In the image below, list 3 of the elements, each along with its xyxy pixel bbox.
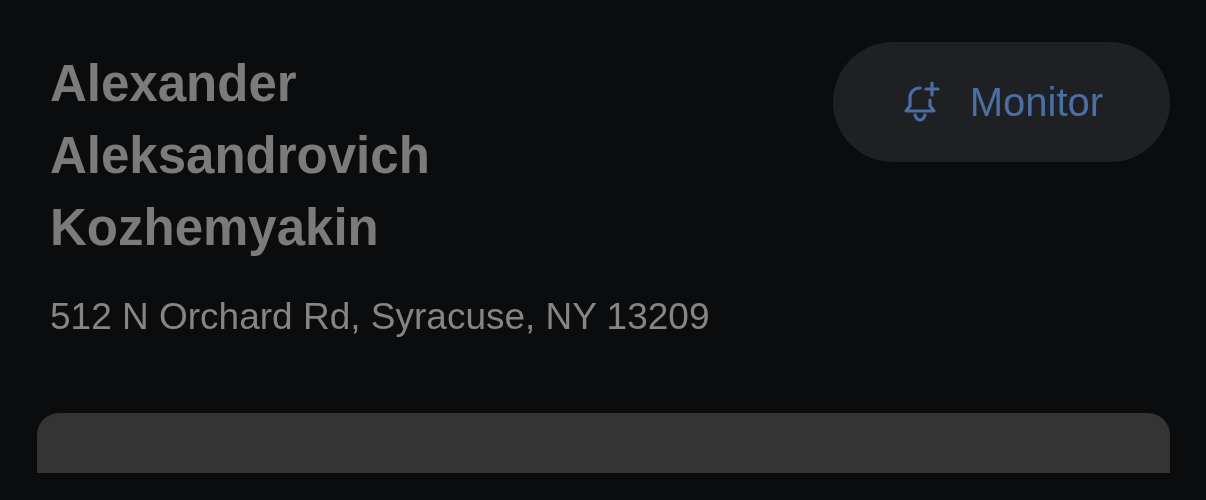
person-name: Alexander Aleksandrovich Kozhemyakin: [50, 54, 431, 258]
address: 512 N Orchard Rd, Syracuse, NY 13209: [50, 295, 710, 339]
monitor-button[interactable]: Monitor: [833, 42, 1170, 162]
